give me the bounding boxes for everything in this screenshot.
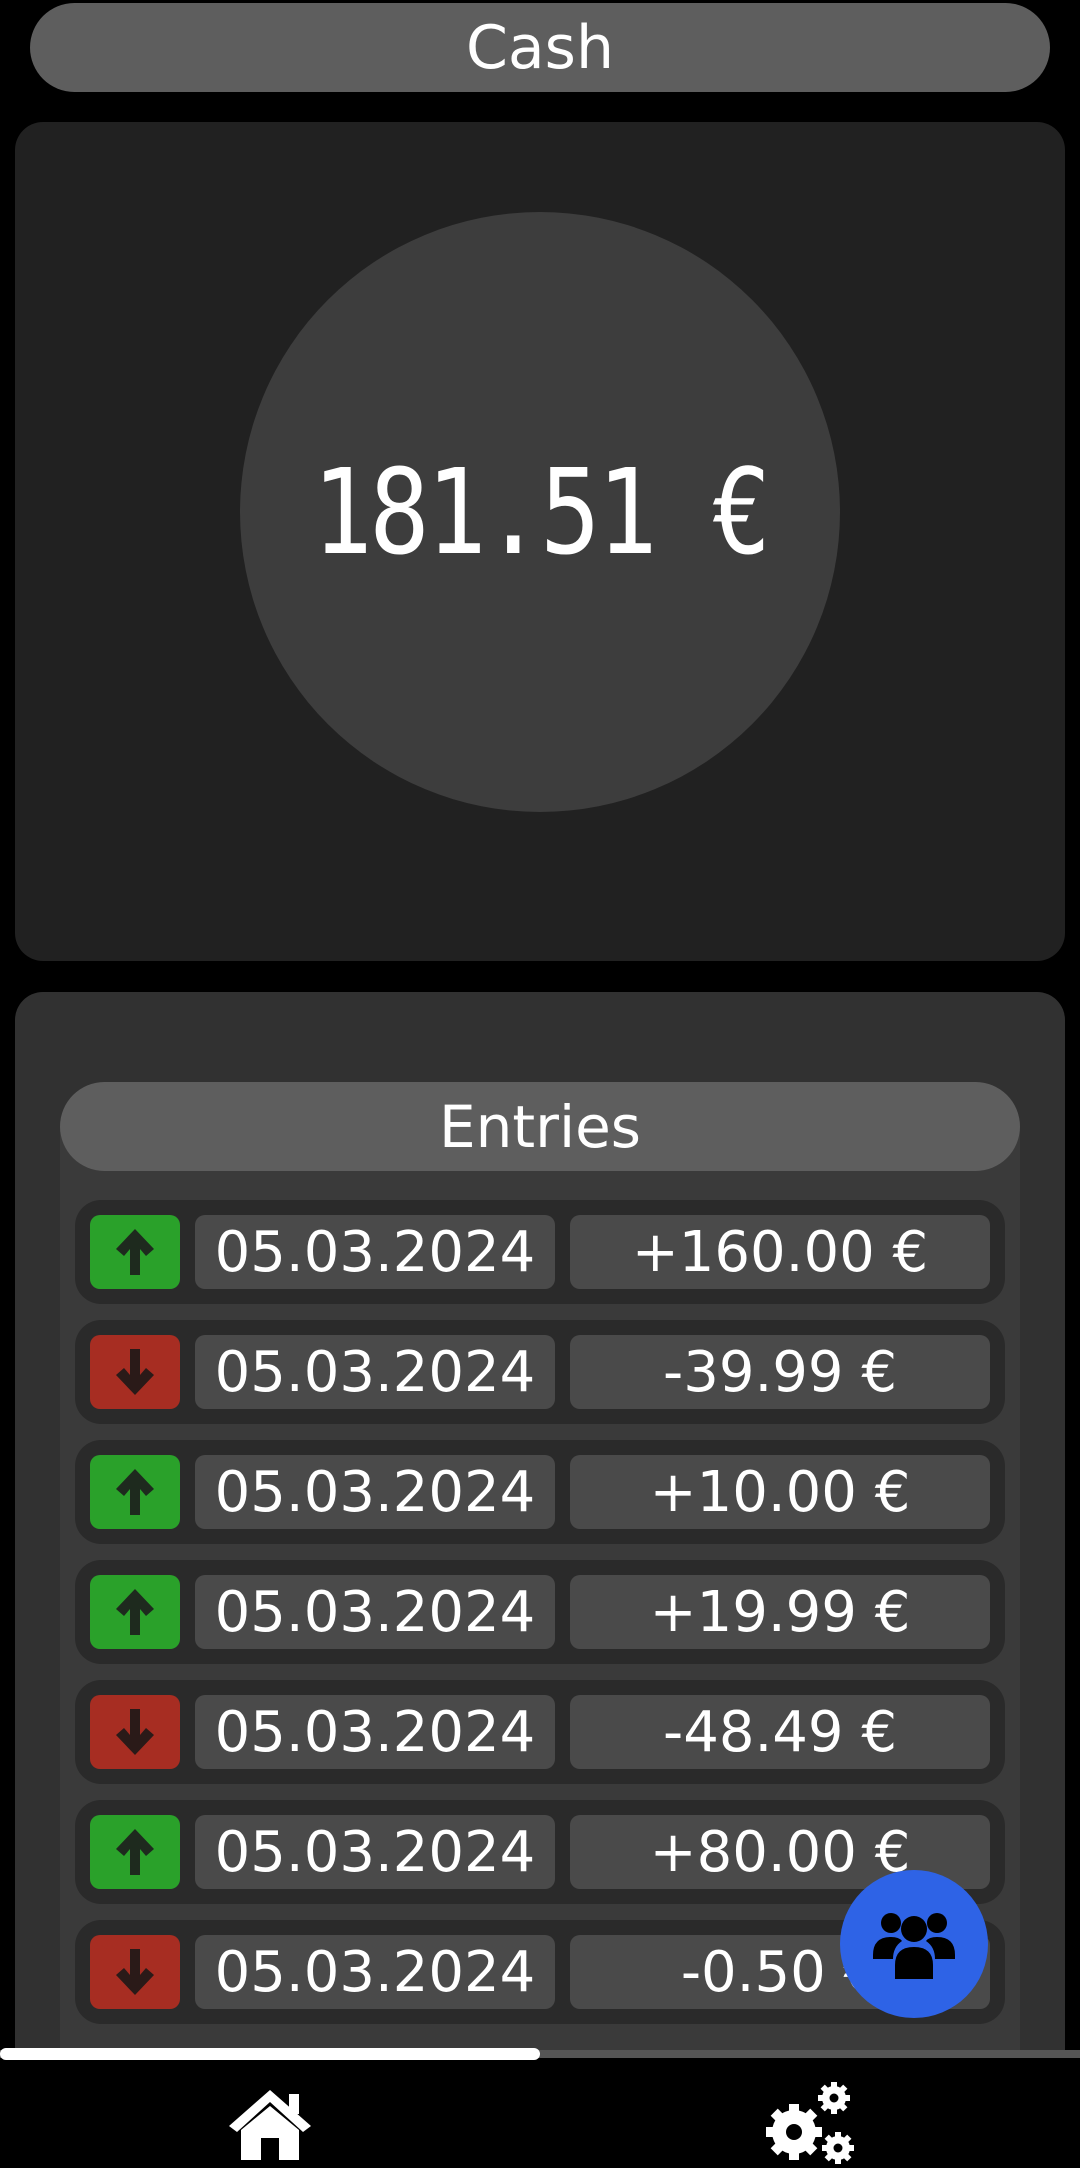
- expense-badge: [90, 1335, 180, 1409]
- tab-indicator: [0, 2048, 540, 2060]
- expense-badge: [90, 1935, 180, 2009]
- entry-date: 05.03.2024: [195, 1455, 555, 1529]
- entry-row[interactable]: 05.03.2024 +160.00 €: [75, 1200, 1005, 1304]
- entry-row[interactable]: 05.03.2024 -39.99 €: [75, 1320, 1005, 1424]
- entry-date: 05.03.2024: [195, 1215, 555, 1289]
- income-badge: [90, 1215, 180, 1289]
- entry-amount-text: +10.00 €: [649, 1459, 911, 1525]
- arrow-down-icon: [116, 1349, 154, 1395]
- entry-amount-text: +160.00 €: [631, 1219, 929, 1285]
- entry-date-text: 05.03.2024: [214, 1819, 536, 1885]
- entry-amount: +10.00 €: [570, 1455, 990, 1529]
- entry-amount: +19.99 €: [570, 1575, 990, 1649]
- arrow-up-icon: [116, 1589, 154, 1635]
- income-badge: [90, 1575, 180, 1649]
- entry-date: 05.03.2024: [195, 1335, 555, 1409]
- nav-settings[interactable]: [740, 2078, 880, 2168]
- entry-date-text: 05.03.2024: [214, 1219, 536, 1285]
- income-badge: [90, 1455, 180, 1529]
- entry-date: 05.03.2024: [195, 1695, 555, 1769]
- entry-row[interactable]: 05.03.2024 -48.49 €: [75, 1680, 1005, 1784]
- entry-amount-text: +19.99 €: [649, 1579, 911, 1645]
- page-title-text: Cash: [466, 12, 614, 83]
- home-icon: [229, 2090, 311, 2160]
- balance-amount: 181.51 €: [312, 443, 771, 581]
- entry-date: 05.03.2024: [195, 1815, 555, 1889]
- page-title: Cash: [30, 3, 1050, 92]
- entry-date-text: 05.03.2024: [214, 1699, 536, 1765]
- entries-title: Entries: [438, 1092, 641, 1161]
- entry-amount-text: +80.00 €: [649, 1819, 911, 1885]
- arrow-up-icon: [116, 1229, 154, 1275]
- expense-badge: [90, 1695, 180, 1769]
- arrow-down-icon: [116, 1709, 154, 1755]
- group-icon: [873, 1913, 955, 1979]
- entry-amount: -39.99 €: [570, 1335, 990, 1409]
- settings-icon: [766, 2082, 854, 2164]
- entry-amount: +160.00 €: [570, 1215, 990, 1289]
- entry-amount-text: -39.99 €: [663, 1339, 897, 1405]
- balance-circle: 181.51 €: [240, 212, 840, 812]
- entry-date-text: 05.03.2024: [214, 1939, 536, 2005]
- income-badge: [90, 1815, 180, 1889]
- entry-date: 05.03.2024: [195, 1935, 555, 2009]
- arrow-down-icon: [116, 1949, 154, 1995]
- arrow-up-icon: [116, 1829, 154, 1875]
- balance-card: 181.51 €: [15, 122, 1065, 961]
- group-fab-button[interactable]: [840, 1870, 988, 2018]
- bottom-nav: [0, 2060, 1080, 2167]
- arrow-up-icon: [116, 1469, 154, 1515]
- entry-date-text: 05.03.2024: [214, 1579, 536, 1645]
- entry-amount: -48.49 €: [570, 1695, 990, 1769]
- entries-header: Entries: [60, 1082, 1020, 1171]
- entry-date-text: 05.03.2024: [214, 1459, 536, 1525]
- nav-home[interactable]: [200, 2078, 340, 2168]
- entry-row[interactable]: 05.03.2024 +10.00 €: [75, 1440, 1005, 1544]
- entry-amount-text: -48.49 €: [663, 1699, 897, 1765]
- entry-date: 05.03.2024: [195, 1575, 555, 1649]
- entry-row[interactable]: 05.03.2024 +19.99 €: [75, 1560, 1005, 1664]
- entry-date-text: 05.03.2024: [214, 1339, 536, 1405]
